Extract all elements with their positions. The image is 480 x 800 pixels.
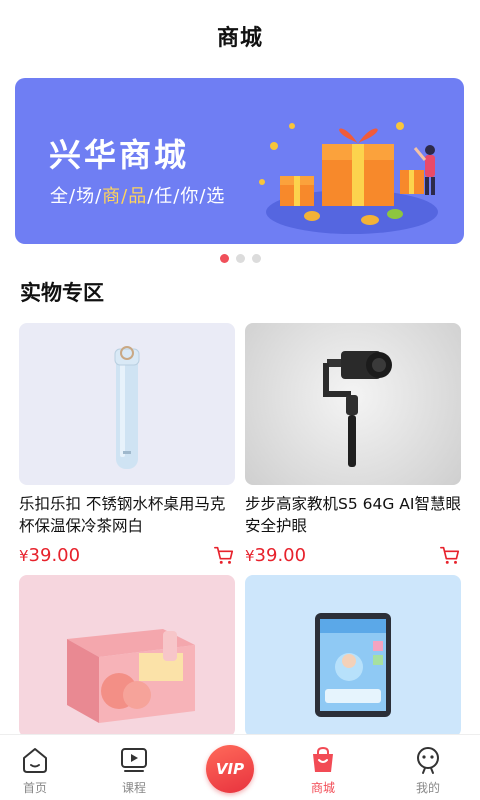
product-image <box>19 323 235 485</box>
product-price: ¥39.00 <box>245 545 306 566</box>
peach-drink-box-image <box>67 629 195 723</box>
home-icon <box>23 748 47 773</box>
tab-label: 商城 <box>310 781 335 795</box>
banner-subtitle-part: 全/场/ <box>50 186 103 207</box>
vip-label: VIP <box>215 760 245 778</box>
tab-courses[interactable]: 课程 <box>94 735 174 800</box>
price-value: 39.00 <box>254 544 307 566</box>
currency-symbol: ¥ <box>245 546 255 565</box>
tab-label: 我的 <box>415 781 440 795</box>
price-row: ¥39.00 <box>19 543 235 567</box>
product-price: ¥39.00 <box>19 545 80 566</box>
tab-profile[interactable]: 我的 <box>388 735 468 800</box>
tab-mall[interactable]: 商城 <box>283 735 363 800</box>
shopping-bag-icon <box>313 746 333 772</box>
section-title: 实物专区 <box>20 281 104 305</box>
cart-icon[interactable] <box>439 544 461 566</box>
product-name: 乐扣乐扣 不锈钢水杯桌用马克杯保温保冷茶网白 <box>19 495 226 535</box>
price-value: 39.00 <box>28 544 81 566</box>
promo-banner[interactable]: 兴华商城 全/场/商/品/任/你/选 <box>15 78 464 244</box>
vip-button[interactable]: VIP <box>206 745 254 793</box>
gift-box-illustration <box>259 122 438 234</box>
banner-subtitle-highlight: 商/品 <box>102 186 148 207</box>
product-card[interactable] <box>245 575 461 737</box>
product-card[interactable]: 步步高家教机S5 64G AI智慧眼 安全护眼 ¥39.00 <box>245 323 461 567</box>
play-icon <box>121 748 147 772</box>
header: 商城 <box>0 0 480 72</box>
product-image <box>245 575 461 737</box>
carousel-indicator <box>0 254 480 263</box>
tab-label: 首页 <box>22 781 47 795</box>
product-card[interactable]: 乐扣乐扣 不锈钢水杯桌用马克杯保温保冷茶网白 ¥39.00 <box>19 323 235 567</box>
carousel-dot[interactable] <box>251 254 261 263</box>
product-image <box>19 575 235 737</box>
banner-subtitle: 全/场/商/品/任/你/选 <box>50 182 225 208</box>
learning-tablet-image <box>315 613 391 717</box>
camera-gimbal-image <box>323 351 392 467</box>
carousel-dot-active[interactable] <box>219 254 229 263</box>
banner-subtitle-part: /任/你/选 <box>147 186 226 207</box>
product-image <box>245 323 461 485</box>
tab-home[interactable]: 首页 <box>0 735 75 800</box>
product-name: 步步高家教机S5 64G AI智慧眼 安全护眼 <box>245 495 461 535</box>
profile-icon <box>417 747 439 774</box>
banner-title: 兴华商城 <box>49 136 190 174</box>
price-row: ¥39.00 <box>245 543 461 567</box>
thermos-bottle-image <box>114 346 140 469</box>
product-card[interactable] <box>19 575 235 737</box>
page-title: 商城 <box>216 26 263 51</box>
carousel-dot[interactable] <box>235 254 245 263</box>
currency-symbol: ¥ <box>19 546 29 565</box>
cart-icon[interactable] <box>213 544 235 566</box>
tab-label: 课程 <box>121 781 146 795</box>
